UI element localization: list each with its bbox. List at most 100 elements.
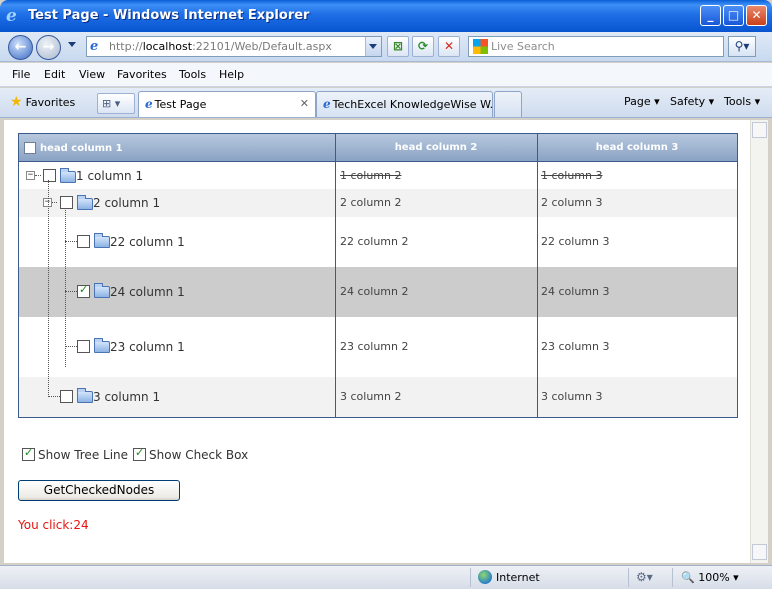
scroll-up-button[interactable] [752,122,767,138]
row-checkbox[interactable] [60,390,73,403]
back-button[interactable]: ← [8,35,33,60]
cell-column-3: 2 column 3 [541,196,603,209]
star-icon: ★ [10,94,23,110]
url-prefix: http:// [109,40,143,53]
column-divider [335,134,336,417]
tree-node-label[interactable]: 1 column 1 [76,169,143,183]
header-column-3[interactable]: head column 3 [537,134,737,162]
status-divider [672,568,673,587]
table-row[interactable]: 3 column 1 3 column 2 3 column 3 [19,377,737,417]
show-tree-line-checkbox[interactable] [22,446,35,461]
favorites-button[interactable]: ★ Favorites [10,94,75,110]
page-menu[interactable]: Page ▾ [624,95,660,108]
forward-button[interactable]: → [36,35,61,60]
refresh-button[interactable]: ⟳ [412,36,434,57]
folder-icon [77,195,93,210]
url-host: localhost [142,40,193,53]
tab-techexcel[interactable]: e TechExcel KnowledgeWise W... [316,91,493,117]
tools-menu[interactable]: Tools ▾ [724,95,760,108]
tree-line [65,291,77,292]
url-path: :22101/Web/Default.aspx [192,40,332,53]
cell-column-2: 2 column 2 [340,196,402,209]
row-checkbox[interactable] [77,235,90,248]
new-tab-button[interactable] [494,91,522,117]
tree-line [65,241,77,242]
address-input[interactable]: e http://localhost:22101/Web/Default.asp… [86,36,382,57]
tree-node-label[interactable]: 2 column 1 [93,196,160,210]
minimize-button[interactable]: _ [700,5,721,26]
address-toolbar: ← → e http://localhost:22101/Web/Default… [0,32,772,62]
security-zone: Internet [496,571,540,584]
cell-column-2: 24 column 2 [340,285,409,298]
search-icon: ⚲▾ [734,39,750,53]
search-button[interactable]: ⚲▾ [728,36,756,57]
menu-edit[interactable]: Edit [44,68,65,81]
zoom-value: 100% [698,571,730,584]
recent-pages-dropdown-icon[interactable] [68,42,76,47]
menu-view[interactable]: View [79,68,105,81]
folder-icon [60,168,76,183]
row-checkbox[interactable] [77,340,90,353]
tree-node-label[interactable]: 24 column 1 [110,285,185,299]
maximize-button[interactable]: □ [723,5,744,26]
row-checkbox[interactable] [77,283,90,298]
vertical-scrollbar[interactable] [750,120,768,563]
status-divider [628,568,629,587]
tree-line [52,202,57,203]
compatibility-button[interactable]: ⊠ [387,36,409,57]
folder-icon [77,388,93,403]
row-checkbox[interactable] [43,169,56,182]
title-bar: e Test Page - Windows Internet Explorer … [0,0,772,32]
address-dropdown-button[interactable] [365,37,381,56]
table-row[interactable]: − 1 column 1 1 column 2 1 column 3 [19,163,737,189]
tree-line [65,208,66,367]
table-row[interactable]: 22 column 1 22 column 2 22 column 3 [19,217,737,267]
menu-file[interactable]: File [12,68,30,81]
header-column-2[interactable]: head column 2 [335,134,537,162]
get-checked-nodes-button[interactable]: GetCheckedNodes [18,480,180,501]
show-check-box-option[interactable]: Show Check Box [133,446,249,462]
row-checkbox[interactable] [60,196,73,209]
tree-node-label[interactable]: 22 column 1 [110,235,185,249]
table-row[interactable]: − 2 column 1 2 column 2 2 column 3 [19,189,737,217]
ie-page-icon: e [145,97,153,111]
tree-line [65,346,77,347]
stop-button[interactable]: ✕ [438,36,460,57]
window-title: Test Page - Windows Internet Explorer [28,8,310,23]
folder-icon [94,283,110,298]
cell-column-3: 3 column 3 [541,390,603,403]
collapse-icon[interactable]: − [26,171,35,180]
show-tree-line-option[interactable]: Show Tree Line [22,446,128,462]
show-check-box-label: Show Check Box [149,448,249,462]
folder-icon [94,338,110,353]
search-input[interactable]: Live Search [468,36,724,57]
tree-node-label[interactable]: 23 column 1 [110,340,185,354]
close-tab-icon[interactable]: ✕ [300,97,309,110]
tab-test-page[interactable]: e Test Page ✕ [138,91,316,117]
tab-label: TechExcel KnowledgeWise W... [332,98,493,111]
page-icon: e [90,39,99,54]
cell-column-2: 3 column 2 [340,390,402,403]
scroll-down-button[interactable] [752,544,767,560]
cell-column-3: 23 column 3 [541,340,610,353]
tree-line [35,175,41,176]
folder-icon [94,233,110,248]
ie-logo-icon: e [6,6,17,26]
show-check-box-checkbox[interactable] [133,446,146,461]
tree-line [48,180,49,397]
protected-mode-icon[interactable]: ⚙▾ [636,570,653,584]
tree-grid: head column 1 head column 2 head column … [18,133,738,418]
menu-favorites[interactable]: Favorites [117,68,167,81]
header-column-1[interactable]: head column 1 [19,134,335,162]
search-placeholder: Live Search [491,40,555,53]
globe-icon [478,570,492,584]
safety-menu[interactable]: Safety ▾ [670,95,714,108]
table-row[interactable]: 23 column 1 23 column 2 23 column 3 [19,317,737,377]
menu-help[interactable]: Help [219,68,244,81]
close-window-button[interactable]: ✕ [746,5,767,26]
quick-tabs-button[interactable]: ⊞ ▾ [97,93,135,114]
menu-tools[interactable]: Tools [179,68,206,81]
zoom-level[interactable]: 🔍 100% ▾ [681,571,739,584]
tree-node-label[interactable]: 3 column 1 [93,390,160,404]
table-row-selected[interactable]: 24 column 1 24 column 2 24 column 3 [19,267,737,317]
